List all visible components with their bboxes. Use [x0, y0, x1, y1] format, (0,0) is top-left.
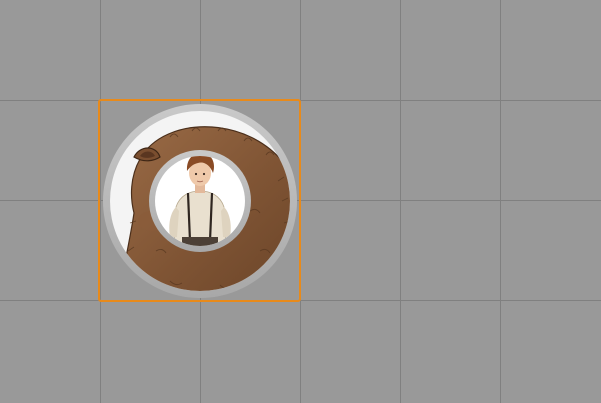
- token-stack[interactable]: [100, 101, 299, 300]
- grid-cell[interactable]: [300, 300, 400, 400]
- grid-cell[interactable]: [0, 200, 100, 300]
- boy-token[interactable]: [149, 150, 251, 252]
- grid-cell[interactable]: [0, 100, 100, 200]
- grid-cell[interactable]: [100, 0, 200, 100]
- grid-cell[interactable]: [400, 300, 500, 400]
- grid-cell[interactable]: [400, 0, 500, 100]
- grid-cell[interactable]: [500, 100, 600, 200]
- grid-cell[interactable]: [0, 0, 100, 100]
- game-board: [0, 0, 601, 403]
- grid-cell[interactable]: [100, 300, 200, 400]
- grid-cell[interactable]: [0, 300, 100, 400]
- selected-token-cell[interactable]: [98, 99, 301, 302]
- grid-cell[interactable]: [300, 0, 400, 100]
- grid-cell[interactable]: [200, 0, 300, 100]
- grid-cell[interactable]: [300, 100, 400, 200]
- grid-cell[interactable]: [300, 200, 400, 300]
- grid-cell[interactable]: [400, 200, 500, 300]
- grid-cell[interactable]: [500, 200, 600, 300]
- grid-cell[interactable]: [500, 300, 600, 400]
- grid-cell[interactable]: [500, 0, 600, 100]
- grid-cell[interactable]: [200, 300, 300, 400]
- grid-cell[interactable]: [400, 100, 500, 200]
